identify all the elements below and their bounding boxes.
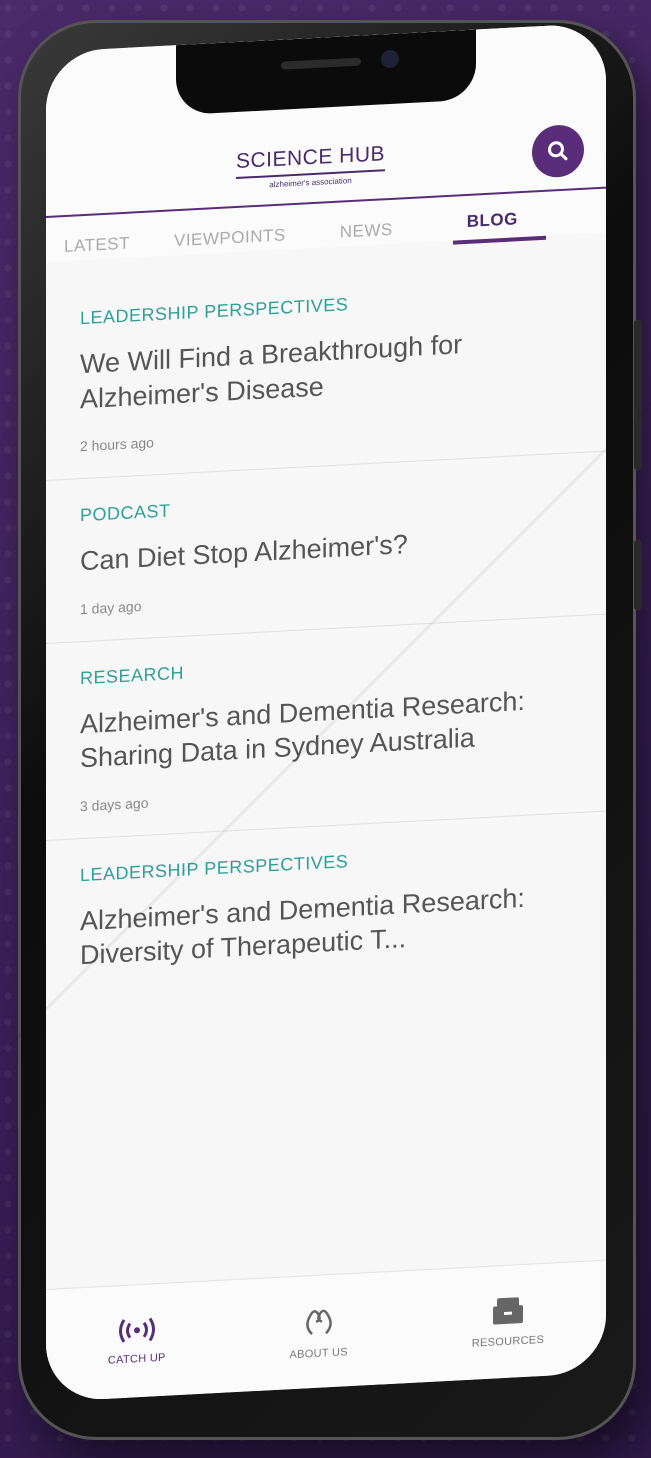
- list-item[interactable]: LEADERSHIP PERSPECTIVES We Will Find a B…: [46, 254, 606, 482]
- search-button[interactable]: [532, 123, 584, 179]
- article-title[interactable]: Alzheimer's and Dementia Research: Shari…: [80, 681, 576, 776]
- app-screen: SCIENCE HUB alzheimer's association LATE…: [46, 22, 606, 1403]
- tabbar-label: RESOURCES: [471, 1333, 545, 1350]
- list-item[interactable]: RESEARCH Alzheimer's and Dementia Resear…: [46, 614, 606, 841]
- article-timestamp: 3 days ago: [80, 794, 149, 814]
- article-category: RESEARCH: [80, 662, 185, 688]
- tab-viewpoints[interactable]: VIEWPOINTS: [174, 221, 286, 259]
- article-category: PODCAST: [80, 500, 171, 526]
- list-item[interactable]: LEADERSHIP PERSPECTIVES Alzheimer's and …: [46, 811, 606, 1021]
- tab-blog[interactable]: BLOG: [452, 203, 546, 245]
- tab-latest[interactable]: LATEST: [64, 230, 130, 265]
- broadcast-icon: [118, 1317, 155, 1343]
- tabbar-about-us[interactable]: ABOUT US: [289, 1302, 348, 1362]
- article-timestamp: 2 hours ago: [80, 434, 154, 455]
- tabbar-label: ABOUT US: [289, 1346, 348, 1362]
- tabbar-catch-up[interactable]: CATCH UP: [108, 1316, 166, 1367]
- search-icon: [548, 141, 568, 161]
- front-camera: [381, 49, 399, 69]
- tabbar-label: CATCH UP: [107, 1351, 166, 1367]
- side-button: [634, 320, 642, 470]
- bottom-tab-bar: CATCH UP ABOUT US RESOURCES: [46, 1259, 606, 1402]
- category-tabs: LATEST VIEWPOINTS NEWS BLOG: [46, 201, 606, 266]
- article-title[interactable]: We Will Find a Breakthrough for Alzheime…: [80, 321, 576, 416]
- association-logo-icon: [305, 1309, 332, 1336]
- logo-title: SCIENCE HUB: [236, 142, 386, 180]
- phone-frame: SCIENCE HUB alzheimer's association LATE…: [18, 20, 642, 1440]
- list-item[interactable]: PODCAST Can Diet Stop Alzheimer's? 1 day…: [46, 451, 606, 644]
- article-title[interactable]: Alzheimer's and Dementia Research: Diver…: [80, 878, 576, 973]
- article-category: LEADERSHIP PERSPECTIVES: [80, 850, 349, 885]
- article-timestamp: 1 day ago: [80, 597, 142, 617]
- science-hub-logo[interactable]: SCIENCE HUB alzheimer's association: [236, 142, 386, 191]
- article-title[interactable]: Can Diet Stop Alzheimer's?: [80, 518, 576, 579]
- file-box-icon: [492, 1297, 523, 1325]
- side-button: [634, 540, 642, 610]
- tabbar-resources[interactable]: RESOURCES: [472, 1294, 544, 1350]
- tab-news[interactable]: NEWS: [340, 216, 393, 251]
- article-category: LEADERSHIP PERSPECTIVES: [80, 294, 349, 329]
- speaker: [281, 57, 361, 70]
- article-feed: LEADERSHIP PERSPECTIVES We Will Find a B…: [46, 254, 606, 1021]
